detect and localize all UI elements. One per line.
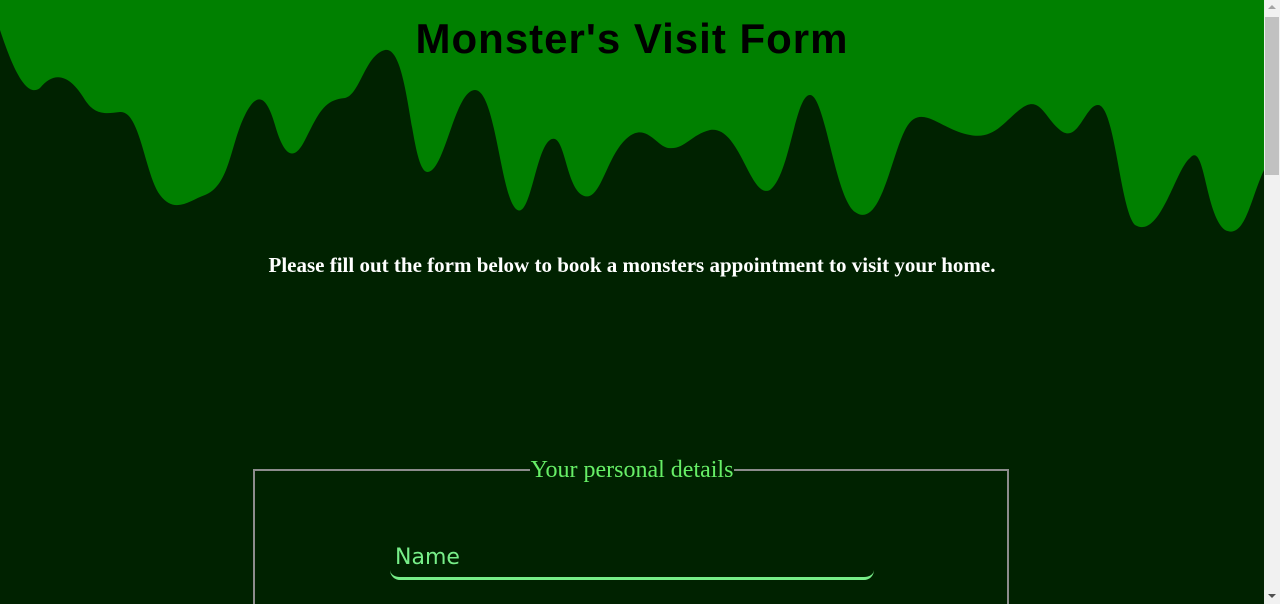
vertical-scrollbar[interactable]: [1264, 0, 1280, 604]
name-input[interactable]: [390, 538, 874, 580]
scrollbar-thumb[interactable]: [1265, 17, 1279, 175]
triangle-down-icon: [1268, 594, 1276, 598]
intro-text: Please fill out the form below to book a…: [268, 253, 996, 277]
page: Monster's Visit Form Please fill out the…: [0, 0, 1264, 604]
triangle-up-icon: [1268, 5, 1276, 9]
page-title: Monster's Visit Form: [415, 15, 849, 62]
personal-details-fieldset: [253, 469, 1009, 604]
scroll-down-button[interactable]: [1264, 588, 1280, 604]
scroll-up-button[interactable]: [1264, 0, 1280, 16]
